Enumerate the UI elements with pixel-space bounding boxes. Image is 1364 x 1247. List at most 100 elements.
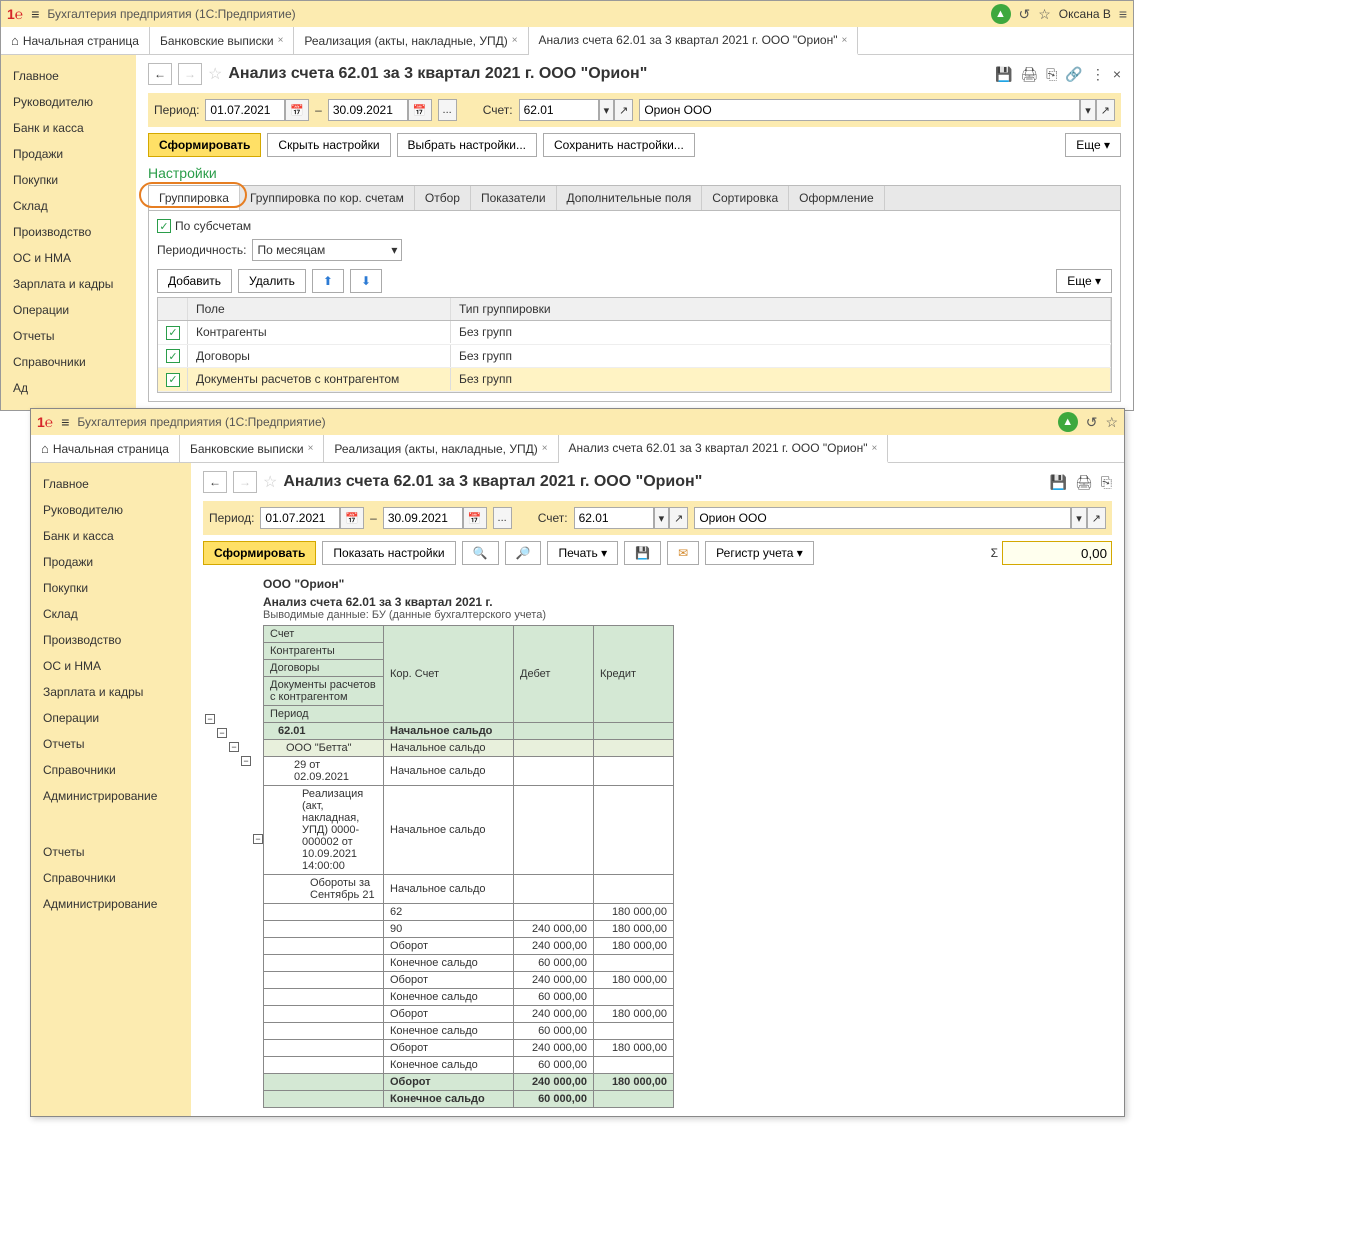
report-row[interactable]: 62.01Начальное сальдо [264,723,674,740]
sidebar-item[interactable]: Производство [31,627,191,653]
more-button[interactable]: Еще ▾ [1065,133,1121,157]
mail-button[interactable]: ✉ [667,541,699,565]
sidebar-item[interactable]: Продажи [1,141,136,167]
sidebar-item[interactable]: Продажи [31,549,191,575]
sidebar-item[interactable]: Отчеты [31,731,191,757]
calendar-icon[interactable]: 📅 [285,99,309,121]
sidebar-item[interactable]: Главное [1,63,136,89]
close-icon[interactable]: × [871,443,877,454]
bell-icon[interactable]: ▲ [1058,412,1078,432]
sidebar-item[interactable]: Покупки [31,575,191,601]
table-row[interactable]: ✓КонтрагентыБез групп [158,321,1111,345]
report-row[interactable]: Конечное сальдо60 000,00 [264,989,674,1006]
date-to-input[interactable] [383,507,463,529]
bell-icon[interactable]: ▲ [991,4,1011,24]
save-icon[interactable]: 💾 [1050,474,1067,491]
sidebar-item[interactable]: Администрирование [31,783,191,809]
add-button[interactable]: Добавить [157,269,232,293]
link-icon[interactable]: 🔗 [1065,66,1082,83]
history-icon[interactable]: ↺ [1086,414,1098,431]
sidebar-item[interactable]: Отчеты [31,839,191,865]
sidebar-item[interactable]: Зарплата и кадры [1,271,136,297]
sidebar-item[interactable]: Справочники [31,757,191,783]
menu-icon[interactable]: ≡ [31,6,39,22]
more-button[interactable]: Еще ▾ [1056,269,1112,293]
sidebar-item[interactable]: ОС и НМА [1,245,136,271]
search-next-button[interactable]: 🔎 [505,541,542,565]
open-icon[interactable]: ↗ [614,99,633,121]
save-icon[interactable]: 💾 [995,66,1012,83]
print-button[interactable]: Печать ▾ [547,541,618,565]
sidebar-item[interactable]: Покупки [1,167,136,193]
settings-tab[interactable]: Показатели [471,186,557,210]
sidebar-item[interactable]: Отчеты [1,323,136,349]
tab-realization[interactable]: Реализация (акты, накладные, УПД)× [324,435,558,462]
menu-icon[interactable]: ≡ [61,414,69,430]
report-row[interactable]: Конечное сальдо60 000,00 [264,1091,674,1108]
settings-tab[interactable]: Сортировка [702,186,789,210]
account-input[interactable] [519,99,599,121]
calendar-icon[interactable]: 📅 [340,507,364,529]
print-icon[interactable]: 🖨 [1075,474,1093,491]
row-checkbox[interactable]: ✓ [166,349,180,363]
date-to-input[interactable] [328,99,408,121]
settings-tab[interactable]: Отбор [415,186,471,210]
sidebar-item[interactable]: Справочники [31,865,191,891]
close-icon[interactable]: × [841,35,847,46]
org-input[interactable] [694,507,1071,529]
save-file-button[interactable]: 💾 [624,541,661,565]
print-icon[interactable]: 🖨 [1020,66,1038,83]
account-input[interactable] [574,507,654,529]
sidebar-item[interactable]: Банк и касса [1,115,136,141]
sidebar-item[interactable]: Администрирование [31,891,191,917]
forward-button[interactable]: → [178,63,202,85]
table-row[interactable]: ✓Документы расчетов с контрагентомБез гр… [158,368,1111,392]
favorite-icon[interactable]: ☆ [208,64,222,84]
report-row[interactable]: ООО "Бетта"Начальное сальдо [264,740,674,757]
report-row[interactable]: 29 от 02.09.2021Начальное сальдо [264,757,674,786]
form-button[interactable]: Сформировать [203,541,316,565]
sidebar-item[interactable]: Руководителю [31,497,191,523]
tab-realization[interactable]: Реализация (акты, накладные, УПД)× [294,27,528,54]
sidebar-item[interactable]: Операции [31,705,191,731]
report-row[interactable]: Оборот240 000,00180 000,00 [264,1074,674,1091]
star-icon[interactable]: ☆ [1105,414,1118,431]
move-up-button[interactable]: ⬆ [312,269,344,293]
close-icon[interactable]: × [308,443,314,454]
move-down-button[interactable]: ⬇ [350,269,382,293]
sum-input[interactable] [1002,541,1112,565]
panel-icon[interactable]: ≡ [1119,6,1127,22]
org-input[interactable] [639,99,1080,121]
sidebar-item[interactable]: Производство [1,219,136,245]
periodicity-select[interactable]: По месяцам▾ [252,239,402,261]
sidebar-item[interactable]: Ад [1,375,136,401]
report-row[interactable]: Конечное сальдо60 000,00 [264,1023,674,1040]
settings-tab[interactable]: Группировка по кор. счетам [240,186,415,210]
report-row[interactable]: Оборот240 000,00180 000,00 [264,972,674,989]
close-icon[interactable]: × [1113,66,1121,83]
tree-collapse-icon[interactable]: − [241,756,251,766]
report-row[interactable]: Оборот240 000,00180 000,00 [264,1040,674,1057]
report-row[interactable]: 62180 000,00 [264,904,674,921]
search-button[interactable]: 🔍 [462,541,499,565]
sidebar-item[interactable]: Операции [1,297,136,323]
register-button[interactable]: Регистр учета ▾ [705,541,814,565]
export-icon[interactable]: ⎘ [1046,66,1057,83]
tab-home[interactable]: ⌂Начальная страница [1,27,150,54]
date-from-input[interactable] [205,99,285,121]
tab-analysis[interactable]: Анализ счета 62.01 за 3 квартал 2021 г. … [559,435,889,463]
star-icon[interactable]: ☆ [1038,6,1051,23]
close-icon[interactable]: × [542,443,548,454]
period-picker-button[interactable]: ... [493,507,512,529]
row-checkbox[interactable]: ✓ [166,373,180,387]
tab-home[interactable]: ⌂Начальная страница [31,435,180,462]
tab-bank[interactable]: Банковские выписки× [150,27,294,54]
hide-settings-button[interactable]: Скрыть настройки [267,133,390,157]
report-row[interactable]: Обороты за Сентябрь 21Начальное сальдо [264,875,674,904]
period-picker-button[interactable]: ... [438,99,457,121]
row-checkbox[interactable]: ✓ [166,326,180,340]
report-row[interactable]: Оборот240 000,00180 000,00 [264,1006,674,1023]
forward-button[interactable]: → [233,471,257,493]
choose-settings-button[interactable]: Выбрать настройки... [397,133,537,157]
settings-tab[interactable]: Группировка [149,186,240,210]
